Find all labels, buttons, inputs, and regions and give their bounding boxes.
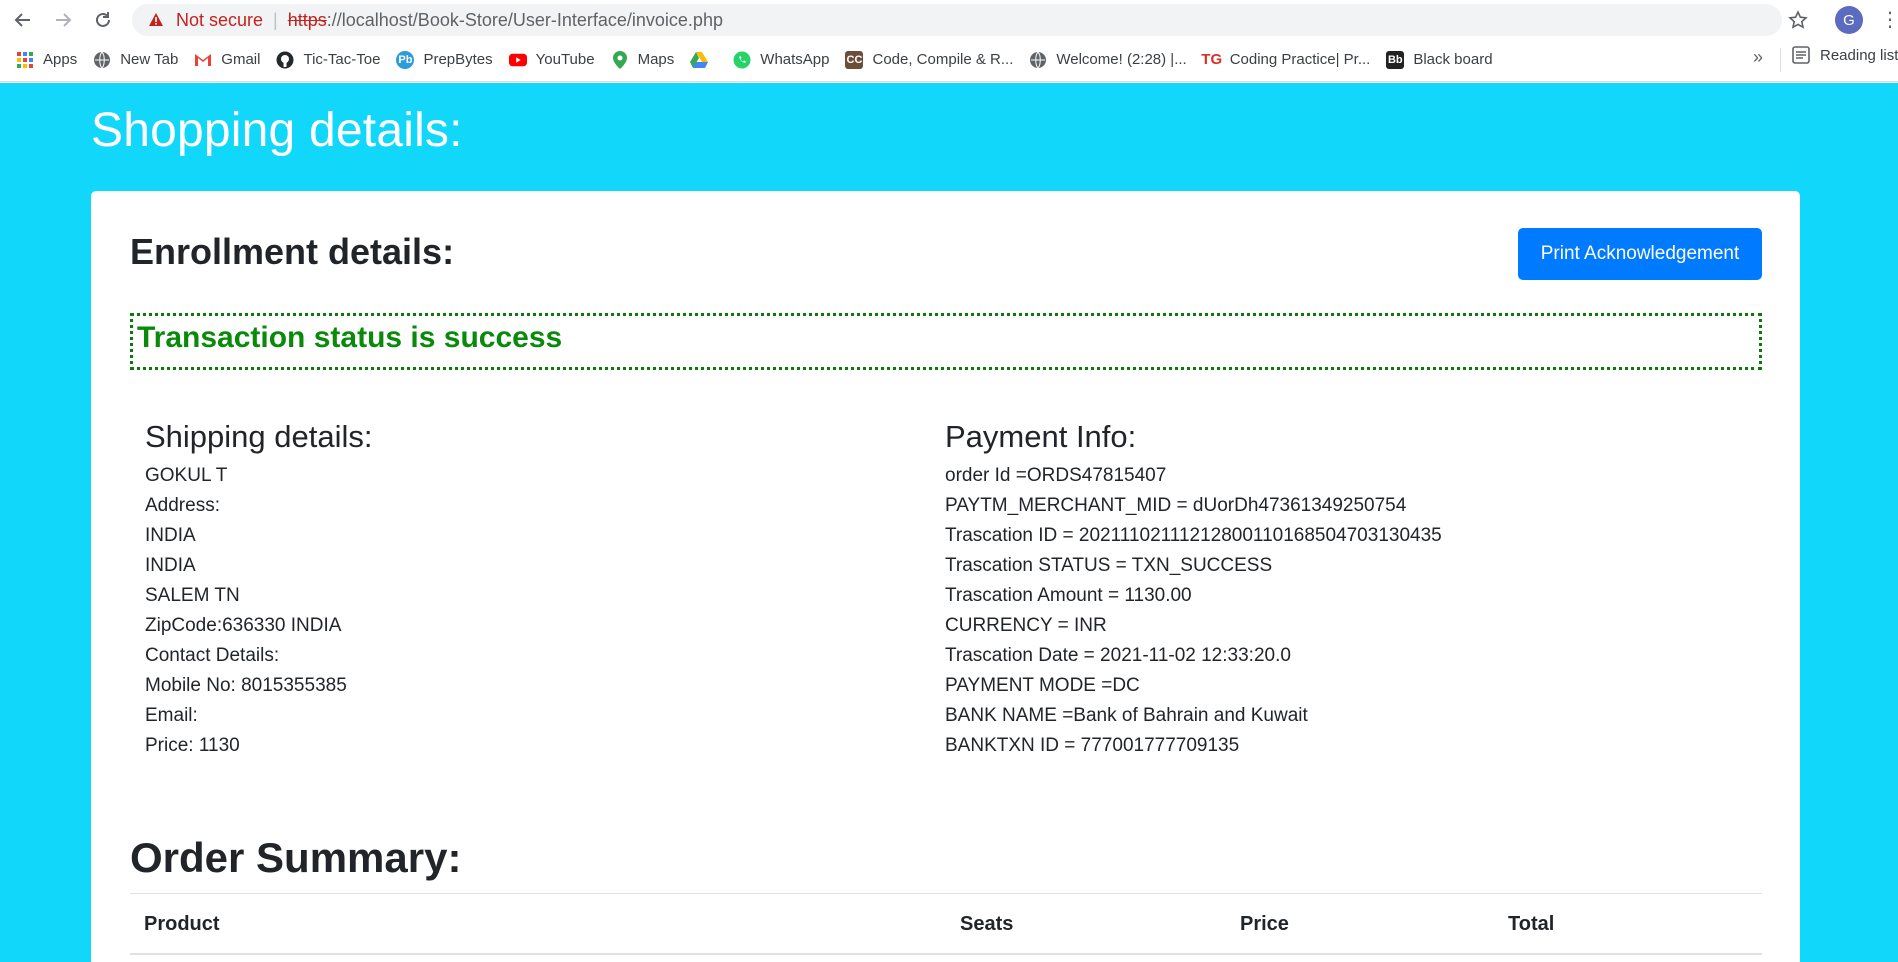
table-header-total: Total [1508, 913, 1555, 935]
bookmark-label: Apps [43, 51, 78, 68]
back-arrow-icon[interactable] [9, 6, 37, 34]
codechef-icon: CC [845, 50, 864, 69]
warning-triangle-icon [146, 10, 166, 30]
apps-grid-icon [16, 51, 34, 69]
shipping-price: Price: 1130 [145, 735, 240, 756]
address-bar[interactable]: Not secure | https ://localhost/Book-Sto… [132, 4, 1782, 36]
bookmarks-bar: Apps New Tab Gmail Tic-Tac-Toe Pb PrepBy… [0, 38, 1898, 82]
invoice-card: Enrollment details: Print Acknowledgemen… [91, 191, 1800, 962]
table-header-seats: Seats [960, 913, 1014, 935]
bookmark-maps[interactable]: Maps [611, 46, 675, 74]
order-summary-heading: Order Summary: [130, 834, 462, 881]
bookmark-google-drive[interactable] [690, 46, 717, 74]
table-header-product: Product [144, 913, 220, 935]
shipping-name: GOKUL T [145, 465, 228, 486]
bookmark-label: Code, Compile & R... [872, 51, 1014, 68]
payment-heading: Payment Info: [945, 419, 1137, 454]
payment-banktxn-id: BANKTXN ID = 777001777709135 [945, 735, 1240, 756]
github-icon [276, 51, 294, 69]
payment-transaction-amount: Trascation Amount = 1130.00 [945, 585, 1192, 606]
payment-transaction-status: Trascation STATUS = TXN_SUCCESS [945, 555, 1273, 576]
bookmark-label: WhatsApp [760, 51, 830, 68]
not-secure-label[interactable]: Not secure [176, 10, 263, 31]
browser-toolbar: Not secure | https ://localhost/Book-Sto… [0, 0, 1898, 38]
whatsapp-icon [733, 51, 751, 69]
page-body: Shopping details: Enrollment details: Pr… [0, 83, 1898, 962]
shipping-zipcode: ZipCode:636330 INDIA [145, 615, 342, 636]
menu-kebab-icon[interactable]: ⋮ [1880, 7, 1898, 33]
bookmarks-divider [1780, 48, 1781, 72]
reading-list-button[interactable]: Reading list [1792, 46, 1898, 64]
bookmark-youtube[interactable]: YouTube [508, 46, 595, 74]
shipping-details-section: Shipping details: GOKUL T Address: INDIA… [145, 419, 373, 761]
payment-transaction-id: Trascation ID = 202111021112128001101685… [945, 525, 1442, 546]
shipping-contact-label: Contact Details: [145, 645, 280, 666]
transaction-status-box: Transaction status is success [130, 313, 1762, 370]
payment-bank-name: BANK NAME =Bank of Bahrain and Kuwait [945, 705, 1308, 726]
table-header-border [130, 953, 1762, 955]
bookmark-welcome[interactable]: Welcome! (2:28) |... [1029, 46, 1187, 74]
payment-mode: PAYMENT MODE =DC [945, 675, 1140, 696]
bookmark-whatsapp[interactable]: WhatsApp [733, 46, 829, 74]
reading-list-icon [1792, 46, 1810, 64]
bookmark-apps[interactable]: Apps [16, 46, 77, 74]
prepbytes-icon: Pb [396, 50, 415, 69]
bookmark-label: Black board [1413, 51, 1493, 68]
url-scheme: https [287, 9, 327, 30]
bookmarks-overflow-chevron-icon[interactable]: » [1753, 47, 1763, 68]
table-top-border [130, 893, 1762, 894]
omnibox-separator: | [273, 9, 278, 30]
payment-merchant-mid: PAYTM_MERCHANT_MID = dUorDh4736134925075… [945, 495, 1407, 516]
bookmark-new-tab[interactable]: New Tab [93, 46, 178, 74]
shipping-mobile: Mobile No: 8015355385 [145, 675, 347, 696]
google-drive-icon [690, 51, 709, 69]
shipping-address-line: INDIA [145, 555, 196, 576]
payment-order-id: order Id =ORDS47815407 [945, 465, 1167, 486]
payment-currency: CURRENCY = INR [945, 615, 1107, 636]
url-path: ://localhost/Book-Store/User-Interface/i… [326, 9, 723, 30]
page-title: Shopping details: [91, 104, 463, 157]
globe-icon [1029, 51, 1047, 69]
bookmark-coding-practice[interactable]: TG Coding Practice| Pr... [1201, 46, 1371, 74]
tg-icon: TG [1201, 50, 1223, 69]
shipping-email: Email: [145, 705, 198, 726]
bookmark-label: Maps [637, 51, 675, 68]
shipping-heading: Shipping details: [145, 419, 373, 454]
bookmark-gmail[interactable]: Gmail [194, 46, 260, 74]
globe-icon [93, 51, 111, 69]
bookmark-label: Welcome! (2:28) |... [1056, 51, 1187, 68]
reload-icon[interactable] [89, 6, 117, 34]
bookmark-label: New Tab [120, 51, 179, 68]
transaction-status-text: Transaction status is success [137, 321, 563, 354]
payment-info-section: Payment Info: order Id =ORDS47815407 PAY… [945, 419, 1442, 761]
reading-list-label: Reading list [1820, 46, 1898, 64]
bookmark-star-icon[interactable] [1785, 7, 1811, 33]
youtube-icon [508, 51, 527, 69]
bookmark-blackboard[interactable]: Bb Black board [1386, 46, 1493, 74]
bookmark-label: Coding Practice| Pr... [1229, 51, 1371, 68]
table-header-price: Price [1240, 913, 1289, 935]
bookmark-prepbytes[interactable]: Pb PrepBytes [396, 46, 493, 74]
bookmark-label: YouTube [535, 51, 595, 68]
print-acknowledgement-button[interactable]: Print Acknowledgement [1518, 228, 1762, 280]
bookmark-tic-tac-toe[interactable]: Tic-Tac-Toe [276, 46, 380, 74]
enrollment-heading: Enrollment details: [130, 231, 455, 272]
blackboard-icon: Bb [1386, 50, 1405, 69]
bookmark-label: Gmail [221, 51, 261, 68]
payment-transaction-date: Trascation Date = 2021-11-02 12:33:20.0 [945, 645, 1291, 666]
bookmark-codechef[interactable]: CC Code, Compile & R... [845, 46, 1013, 74]
profile-avatar[interactable]: G [1835, 6, 1863, 34]
maps-pin-icon [611, 50, 629, 69]
forward-arrow-icon[interactable] [49, 6, 77, 34]
shipping-address-line: INDIA [145, 525, 196, 546]
shipping-address-label: Address: [145, 495, 220, 516]
bookmark-label: PrepBytes [423, 51, 493, 68]
bookmark-label: Tic-Tac-Toe [303, 51, 381, 68]
gmail-icon [194, 51, 212, 69]
shipping-city: SALEM TN [145, 585, 240, 606]
